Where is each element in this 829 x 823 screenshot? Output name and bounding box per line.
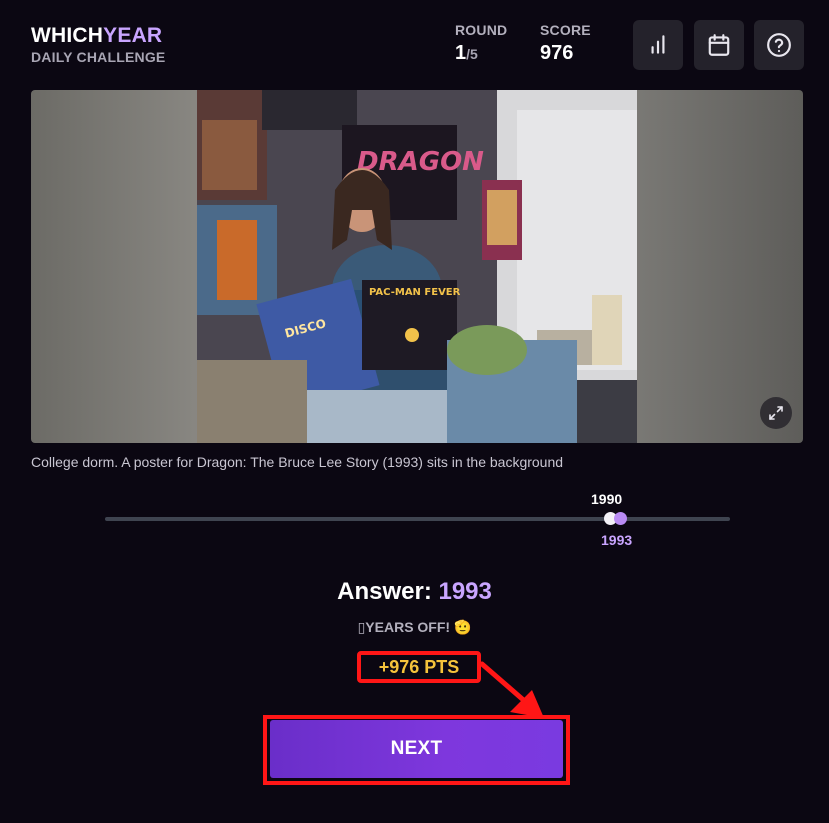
round-label: ROUND [455, 22, 508, 38]
answer-heading: Answer: 1993 [0, 578, 829, 606]
round-value: 1/5 [455, 42, 507, 65]
help-button[interactable] [754, 20, 804, 70]
photo-frame: DRAGON DISCO PAC-MAN FEVER [31, 90, 803, 443]
salute-emoji-icon: 🫡 [453, 619, 472, 635]
photo-caption: College dorm. A poster for Dragon: The B… [31, 454, 564, 470]
photo-illustration: DRAGON DISCO PAC-MAN FEVER [197, 90, 637, 443]
answer-label: Answer: [337, 578, 432, 605]
round-stat: ROUND 1/5 [455, 22, 507, 65]
app-subtitle: DAILY CHALLENGE [31, 49, 166, 65]
challenge-photo: DRAGON DISCO PAC-MAN FEVER [197, 90, 637, 443]
round-total: /5 [466, 46, 478, 62]
help-icon [767, 33, 791, 57]
svg-text:PAC-MAN FEVER: PAC-MAN FEVER [369, 287, 461, 298]
calendar-button[interactable] [694, 20, 744, 70]
answer-year: 1993 [438, 578, 492, 605]
stats-button[interactable] [633, 20, 683, 70]
expand-icon [769, 406, 783, 420]
expand-photo-button[interactable] [760, 397, 792, 429]
next-button[interactable]: NEXT [270, 720, 563, 778]
brand: WHICHYEAR DAILY CHALLENGE [31, 25, 166, 66]
app-title-which: WHICH [31, 24, 104, 47]
years-off: ▯YEARS OFF! 🫡 [0, 619, 829, 636]
slider-track[interactable] [105, 517, 730, 521]
answer-year-label: 1993 [601, 532, 633, 548]
calendar-icon [708, 34, 730, 56]
svg-text:DRAGON: DRAGON [357, 147, 484, 177]
points-earned: +976 PTS [357, 651, 481, 683]
bar-chart-icon [651, 35, 665, 54]
score-label: SCORE [540, 22, 591, 38]
round-current: 1 [455, 42, 467, 64]
score-stat: SCORE 976 [540, 22, 591, 65]
guess-year-label: 1990 [591, 491, 623, 507]
years-off-text: YEARS OFF! [365, 619, 451, 635]
score-value: 976 [540, 42, 574, 64]
header: WHICHYEAR DAILY CHALLENGE ROUND 1/5 SCOR… [0, 0, 829, 88]
year-slider[interactable]: 1990 1993 [105, 488, 730, 548]
app-title: WHICHYEAR [31, 25, 165, 47]
answer-marker [614, 512, 627, 525]
app-title-year: YEAR [103, 24, 163, 47]
